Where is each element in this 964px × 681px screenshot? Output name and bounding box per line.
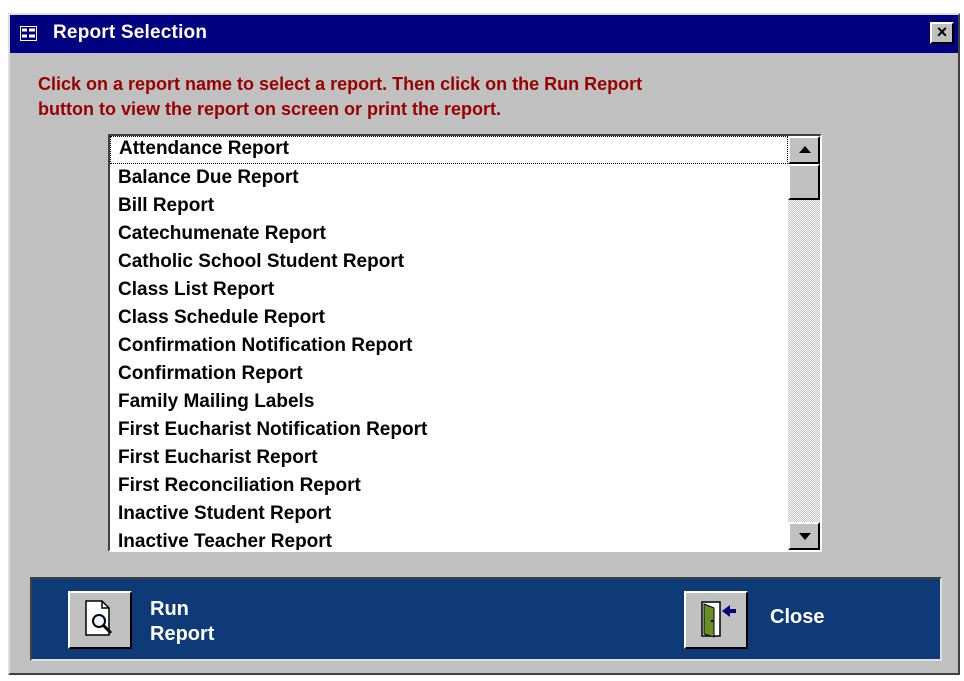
magnifier-document-icon [85, 600, 113, 636]
list-item[interactable]: Attendance Report [110, 136, 788, 164]
run-report-label[interactable]: Run Report [150, 597, 214, 647]
close-icon: × [936, 22, 948, 42]
title-bar[interactable]: Report Selection × [10, 15, 958, 53]
list-item[interactable]: Family Mailing Labels [110, 388, 788, 416]
list-item[interactable]: First Eucharist Notification Report [110, 416, 788, 444]
instructions-line-2: button to view the report on screen or p… [38, 99, 502, 119]
exit-door-icon [701, 601, 736, 638]
list-item[interactable]: Inactive Student Report [110, 500, 788, 528]
list-item[interactable]: Balance Due Report [110, 164, 788, 192]
list-item[interactable]: Class List Report [110, 276, 788, 304]
list-item[interactable]: First Eucharist Report [110, 444, 788, 472]
list-item[interactable]: Confirmation Notification Report [110, 332, 788, 360]
run-report-button[interactable] [68, 591, 132, 649]
list-item[interactable]: Catholic School Student Report [110, 248, 788, 276]
report-selection-dialog: Report Selection × Click on a report nam… [8, 13, 960, 675]
scroll-up-button[interactable] [788, 136, 820, 164]
report-list: Attendance Report Balance Due Report Bill … [110, 136, 788, 550]
list-item[interactable]: Confirmation Report [110, 360, 788, 388]
close-button[interactable] [684, 591, 748, 649]
scroll-down-button[interactable] [788, 522, 820, 550]
run-report-label-line-2: Report [150, 623, 215, 645]
form-icon [20, 26, 37, 41]
close-label[interactable]: Close [770, 605, 824, 630]
list-item[interactable]: Class Schedule Report [110, 304, 788, 332]
arrow-up-icon [799, 146, 811, 153]
arrow-down-icon [799, 533, 811, 540]
run-report-label-line-1: Run [150, 598, 189, 620]
instructions-line-1: Click on a report name to select a repor… [38, 74, 643, 94]
window-title: Report Selection [53, 22, 208, 43]
vertical-scrollbar[interactable] [788, 136, 820, 550]
list-item[interactable]: Catechumenate Report [110, 220, 788, 248]
list-item[interactable]: First Reconciliation Report [110, 472, 788, 500]
list-item[interactable]: Bill Report [110, 192, 788, 220]
list-item[interactable]: Inactive Teacher Report [110, 528, 788, 550]
report-listbox[interactable]: Attendance Report Balance Due Report Bill … [108, 134, 822, 552]
scroll-thumb[interactable] [788, 164, 820, 200]
close-window-button[interactable]: × [930, 22, 954, 44]
instructions-text: Click on a report name to select a repor… [38, 72, 918, 122]
button-bar: Run Report Close [30, 577, 942, 661]
